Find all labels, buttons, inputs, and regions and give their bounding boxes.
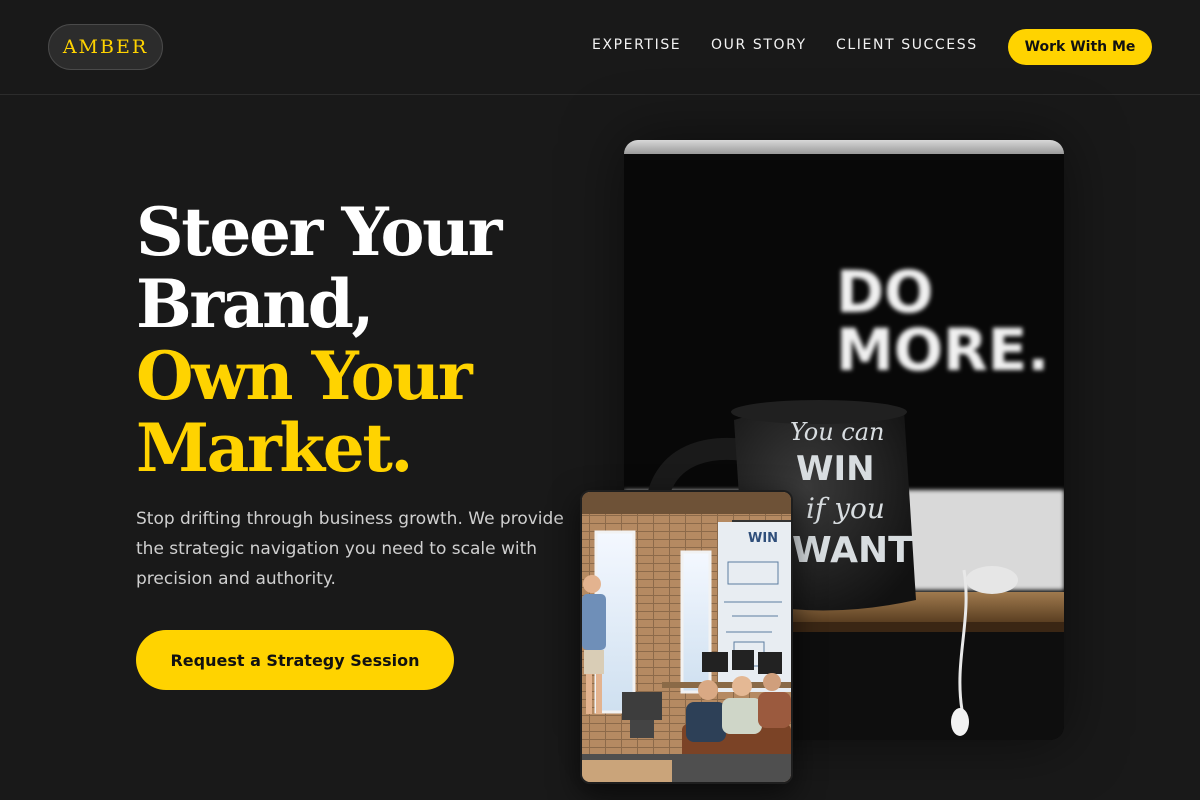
office-sign-text: WIN [748, 531, 778, 546]
poster-line-2: MORE. [836, 316, 1049, 384]
nav-link-expertise[interactable]: EXPERTISE [592, 37, 681, 53]
headline-line-1: Steer Your [136, 193, 502, 271]
hero-subtext: Stop drifting through business growth. W… [136, 509, 564, 589]
nav-link-our-story[interactable]: OUR STORY [711, 37, 807, 53]
hero-headline: Steer Your Brand, Own Your Market. [136, 196, 596, 484]
request-strategy-session-button[interactable]: Request a Strategy Session [136, 630, 454, 690]
page: AMBER EXPERTISE OUR STORY CLIENT SUCCESS… [0, 0, 1200, 800]
headline-accent-line-2: Market. [136, 409, 413, 487]
mug-line-3: if you [806, 492, 885, 525]
mug-line-4: WANT [792, 530, 913, 571]
hero-image-office: WIN [580, 490, 793, 784]
mug-line-1: You can [790, 418, 885, 446]
amber-logo[interactable]: AMBER [48, 24, 163, 70]
nav-link-client-success[interactable]: CLIENT SUCCESS [836, 37, 978, 53]
site-header: AMBER EXPERTISE OUR STORY CLIENT SUCCESS… [0, 0, 1200, 95]
headline-line-2: Brand, [136, 265, 374, 343]
mug-line-2: WIN [796, 449, 875, 489]
headline-accent-line-1: Own Your [136, 337, 473, 415]
work-with-me-button[interactable]: Work With Me [1008, 29, 1152, 65]
office-photo-illustration: WIN [582, 492, 791, 782]
